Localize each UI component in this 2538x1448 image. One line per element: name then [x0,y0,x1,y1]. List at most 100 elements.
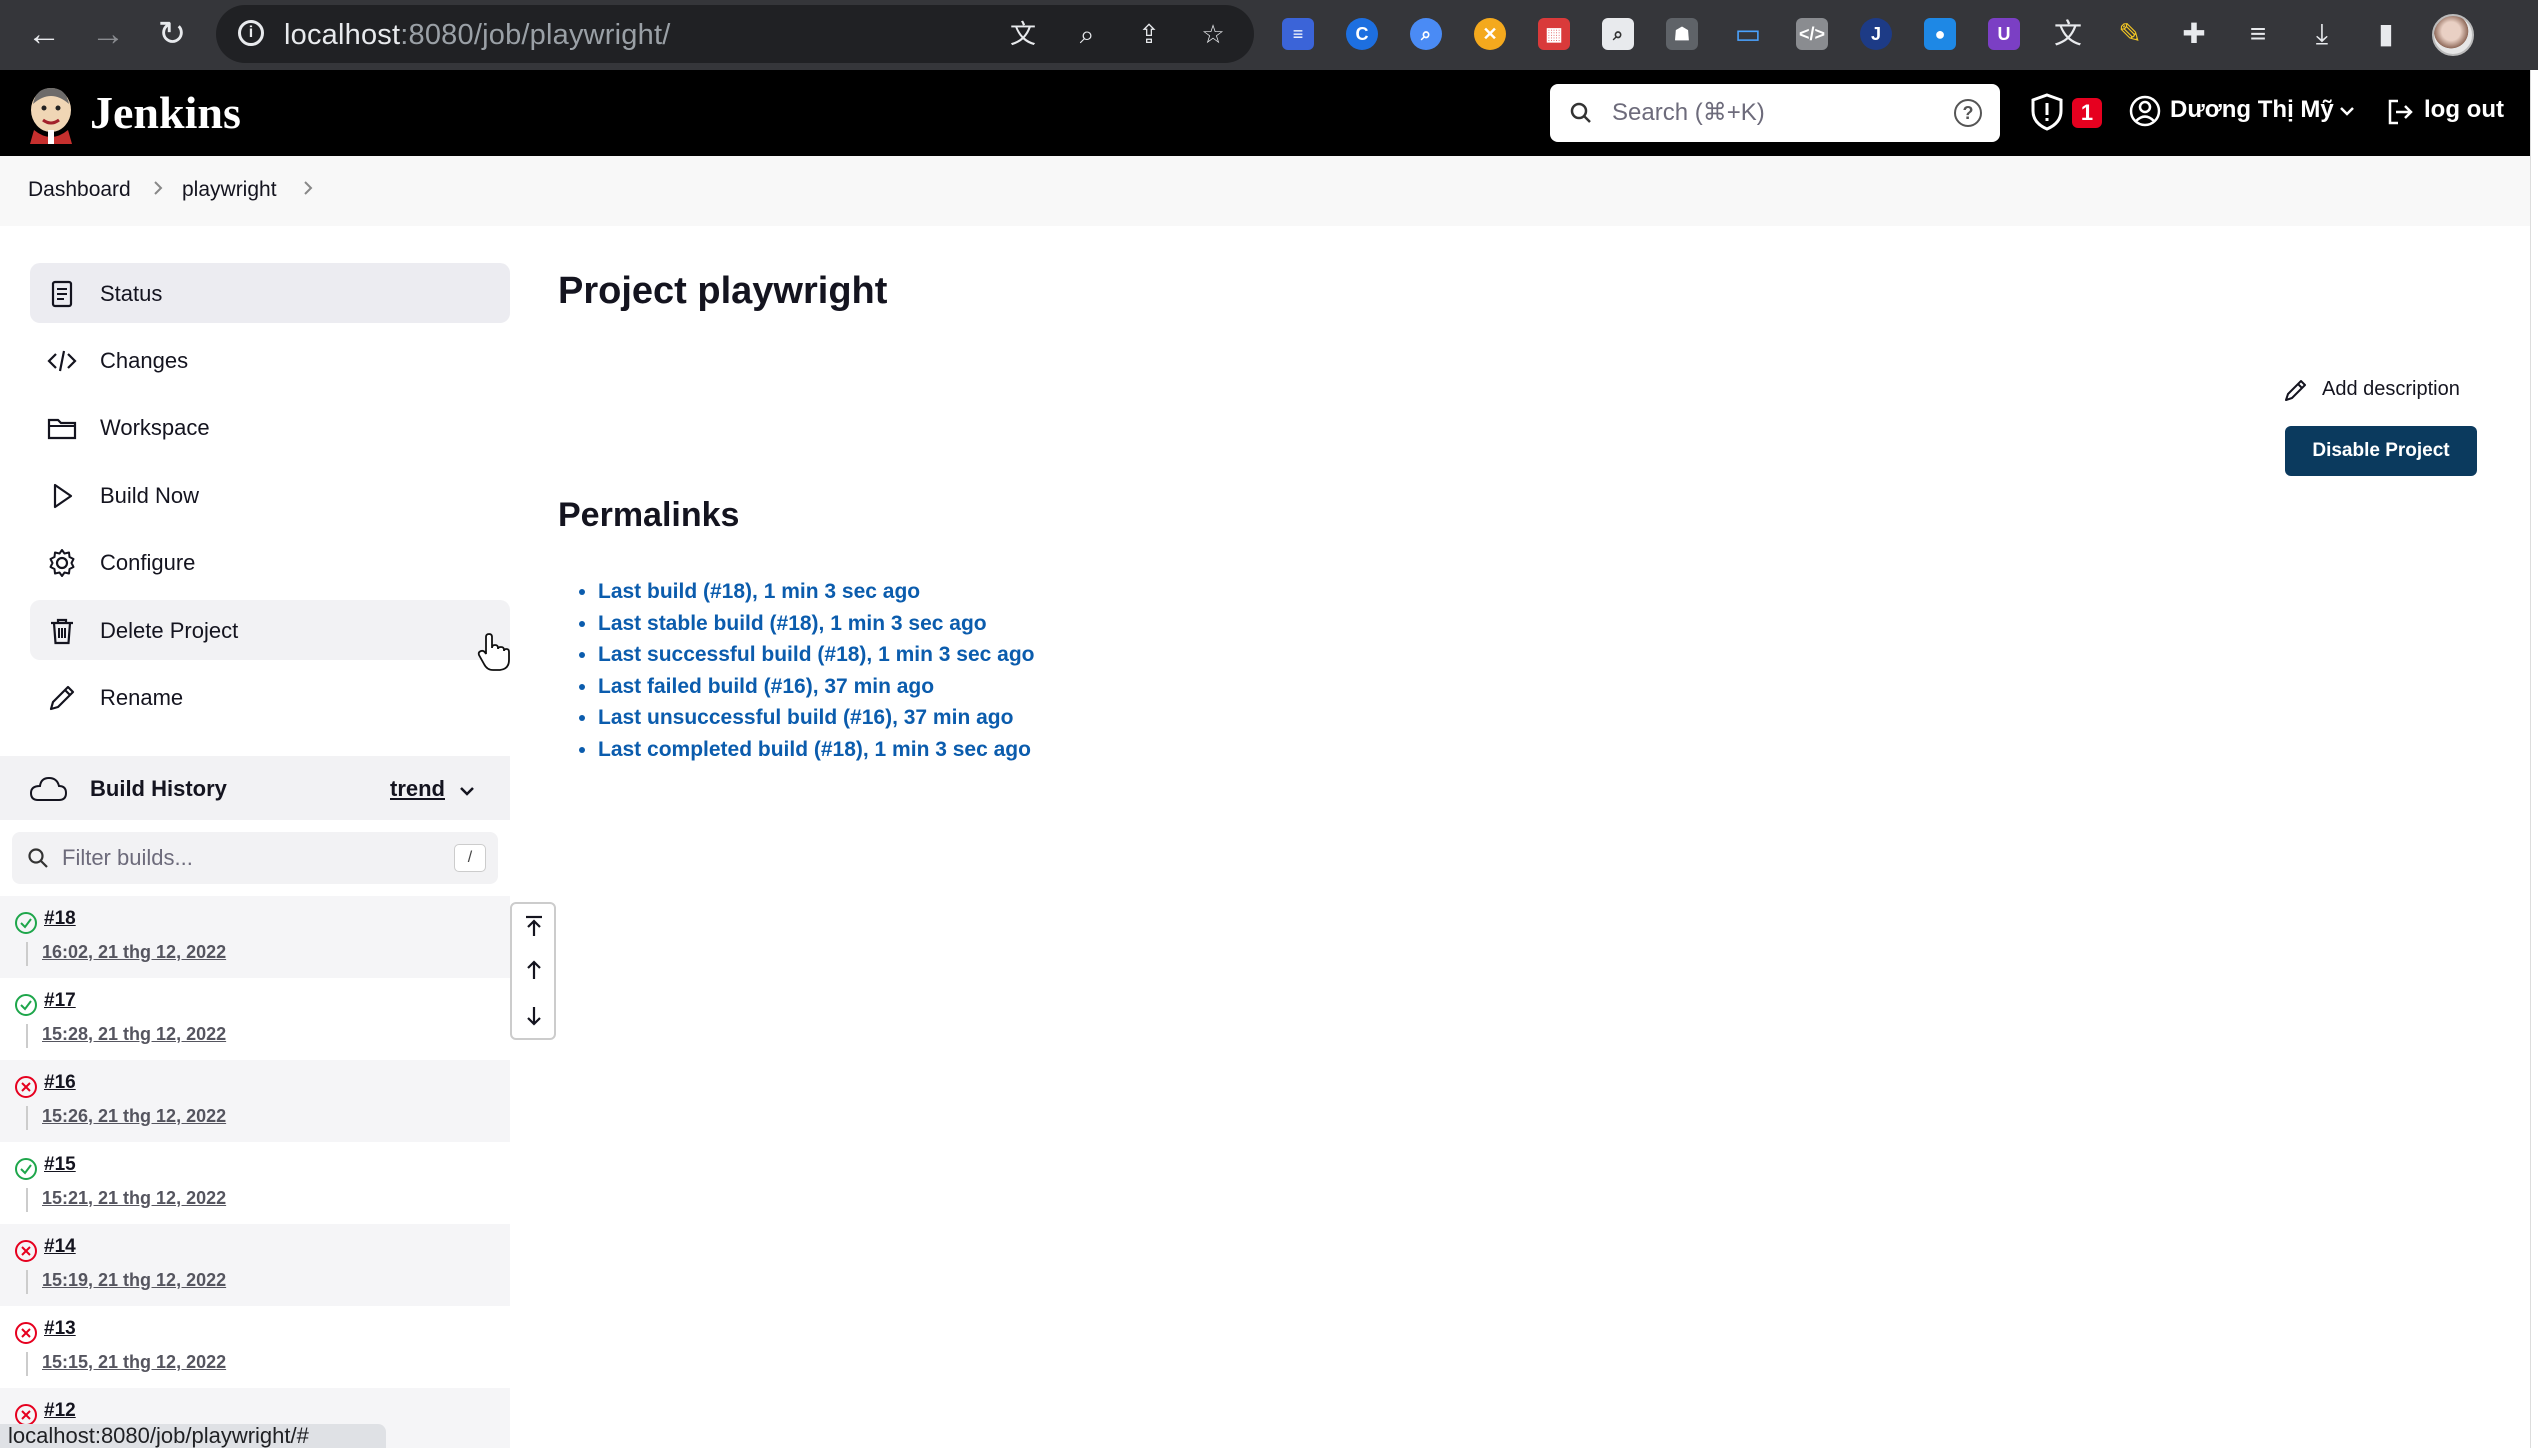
permalink-last-unsuccessful-build[interactable]: Last unsuccessful build (#16), 37 min ag… [598,706,1013,729]
search-help-icon[interactable]: ? [1954,99,1982,127]
disable-project-button[interactable]: Disable Project [2285,426,2477,476]
extension-highlighter-icon[interactable]: ✎ [2112,16,2148,52]
task-rename[interactable]: Rename [30,667,510,727]
extension-zoom-icon[interactable]: ⌕ [1602,18,1634,50]
chevron-down-icon[interactable] [456,780,478,802]
chevron-right-icon [154,181,163,195]
chevron-down-icon[interactable] [2336,100,2358,122]
build-time-link[interactable]: 15:15, 21 thg 12, 2022 [42,1352,226,1373]
translate-icon[interactable]: 文 [1008,19,1038,49]
back-icon[interactable]: ← [24,14,64,54]
task-status[interactable]: Status [30,263,510,323]
build-time-link[interactable]: 15:21, 21 thg 12, 2022 [42,1188,226,1209]
chevron-right-icon[interactable] [298,176,318,200]
build-time-link[interactable]: 15:26, 21 thg 12, 2022 [42,1106,226,1127]
address-url[interactable]: localhost:8080/job/playwright/ [284,19,670,52]
extension-search-icon[interactable]: ⌕ [1410,18,1442,50]
jenkins-wordmark[interactable]: Jenkins [90,86,241,139]
build-number-link[interactable]: #18 [44,908,76,930]
build-number-link[interactable]: #12 [44,1400,76,1422]
user-name[interactable]: Dương Thị Mỹ [2170,96,2334,124]
build-time-link[interactable]: 16:02, 21 thg 12, 2022 [42,942,226,963]
permalink-last-failed-build[interactable]: Last failed build (#16), 37 min ago [598,675,934,698]
forward-icon[interactable]: → [88,14,128,54]
build-row[interactable]: #18 16:02, 21 thg 12, 2022 [0,896,510,978]
extension-j-icon[interactable]: J [1860,18,1892,50]
logout-link[interactable]: log out [2424,96,2504,124]
search-icon [1570,102,1591,123]
build-number-link[interactable]: #15 [44,1154,76,1176]
extension-red-icon[interactable]: ▦ [1538,18,1570,50]
breadcrumb-playwright[interactable]: playwright [182,178,277,202]
build-row[interactable]: #16 15:26, 21 thg 12, 2022 [0,1060,510,1142]
task-delete-project[interactable]: Delete Project [30,600,510,660]
build-row[interactable]: #15 15:21, 21 thg 12, 2022 [0,1142,510,1224]
pencil-icon [2285,380,2306,401]
trash-icon [51,618,73,645]
extension-video-icon[interactable]: ▭ [1730,16,1766,52]
jenkins-header: Jenkins ? 1 Dương Thị Mỹ log out [0,70,2530,156]
filter-builds-box[interactable]: / [12,832,498,884]
filter-builds-input[interactable] [62,842,442,874]
task-workspace[interactable]: Workspace [30,397,510,457]
extension-robot-icon[interactable]: ☗ [1666,18,1698,50]
task-configure[interactable]: Configure [30,532,510,592]
extension-drop-icon[interactable]: ● [1924,18,1956,50]
download-icon[interactable]: ⤓ [2304,16,2340,52]
site-info-icon[interactable]: i [238,20,264,46]
build-time-link[interactable]: 15:19, 21 thg 12, 2022 [42,1270,226,1291]
permalink-last-successful-build[interactable]: Last successful build (#18), 1 min 3 sec… [598,643,1035,666]
scroll-down-icon[interactable] [520,1002,548,1030]
bookmark-star-icon[interactable]: ☆ [1198,19,1228,49]
build-row[interactable]: #17 15:28, 21 thg 12, 2022 [0,978,510,1060]
extension-u-icon[interactable]: U [1988,18,2020,50]
permalink-last-build[interactable]: Last build (#18), 1 min 3 sec ago [598,580,920,603]
permalink-last-stable-build[interactable]: Last stable build (#18), 1 min 3 sec ago [598,612,987,635]
extension-code-icon[interactable]: </> [1796,18,1828,50]
side-panel-icon[interactable]: ▮ [2368,16,2404,52]
page-scrollbar[interactable] [2530,70,2538,1448]
shield-warning-icon[interactable] [2030,92,2064,132]
media-queue-icon[interactable]: ≡ [2240,16,2276,52]
task-build-now[interactable]: Build Now [30,465,510,525]
permalink-last-completed-build[interactable]: Last completed build (#18), 1 min 3 sec … [598,738,1031,761]
timeline-line [26,942,28,966]
scroll-to-top-icon[interactable] [520,912,548,940]
permalink-item: Last completed build (#18), 1 min 3 sec … [598,738,1035,770]
jenkins-logo-icon[interactable] [24,84,78,144]
failed-x-icon [15,1322,37,1344]
cloud-icon [29,776,68,801]
task-changes[interactable]: Changes [30,330,510,390]
task-label: Status [100,281,163,306]
scroll-up-icon[interactable] [520,956,548,984]
extension-edge-icon[interactable]: C [1346,18,1378,50]
search-box[interactable]: ? [1550,84,2000,142]
trend-link[interactable]: trend [390,776,445,802]
folder-icon [47,418,77,440]
build-row[interactable]: #13 15:15, 21 thg 12, 2022 [0,1306,510,1388]
build-time-link[interactable]: 15:28, 21 thg 12, 2022 [42,1024,226,1045]
extension-orange-icon[interactable]: ✕ [1474,18,1506,50]
extension-docs-icon[interactable]: ≡ [1282,18,1314,50]
build-row[interactable]: #14 15:19, 21 thg 12, 2022 [0,1224,510,1306]
extension-translate-icon[interactable]: 文 [2050,16,2086,52]
extensions-puzzle-icon[interactable]: ✚ [2176,16,2212,52]
task-label: Delete Project [100,618,239,643]
share-icon[interactable]: ⇪ [1134,19,1164,49]
build-number-link[interactable]: #16 [44,1072,76,1094]
search-input[interactable] [1612,94,1932,132]
permalink-item: Last failed build (#16), 37 min ago [598,675,1035,707]
breadcrumb-dashboard[interactable]: Dashboard [28,178,131,202]
permalink-list: Last build (#18), 1 min 3 sec ago Last s… [598,580,1035,769]
build-number-link[interactable]: #13 [44,1318,76,1340]
success-check-icon [15,912,37,934]
reload-icon[interactable]: ↻ [152,14,192,54]
browser-profile-avatar[interactable] [2432,14,2474,56]
logout-icon[interactable] [2384,96,2416,128]
build-number-link[interactable]: #17 [44,990,76,1012]
user-icon[interactable] [2128,94,2162,128]
security-alert-badge[interactable]: 1 [2072,98,2102,128]
zoom-icon[interactable]: ⌕ [1072,19,1102,49]
build-number-link[interactable]: #14 [44,1236,76,1258]
address-bar[interactable]: i localhost:8080/job/playwright/ 文 ⌕ ⇪ ☆ [216,5,1254,63]
